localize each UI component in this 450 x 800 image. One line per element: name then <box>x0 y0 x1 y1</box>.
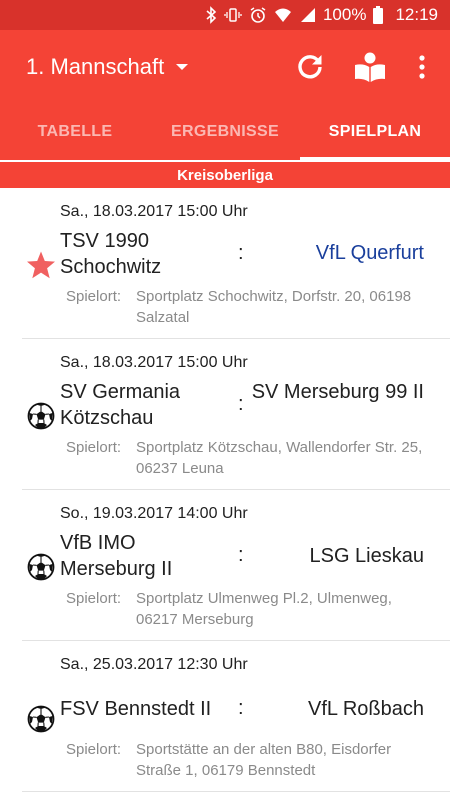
home-team: SV Germania Kötzschau <box>60 381 181 429</box>
signal-icon <box>299 7 317 23</box>
clock: 12:19 <box>395 5 438 24</box>
venue-label: Spielort: <box>66 590 122 607</box>
match-list[interactable]: Sa., 18.03.2017 15:00 Uhr TSV 1990 Schoc… <box>0 188 450 792</box>
score-separator: : <box>238 697 244 719</box>
refresh-icon <box>298 55 322 79</box>
battery-percent: 100% <box>322 5 367 24</box>
score-separator: : <box>238 544 244 566</box>
tab-bar: TABELLE ERGEBNISSE SPIELPLAN <box>0 104 450 160</box>
away-team: VfL Querfurt <box>315 242 424 264</box>
match-item[interactable]: So., 19.03.2017 14:00 Uhr VfB IMO Merseb… <box>22 490 450 641</box>
venue-address: Sportplatz Kötzschau, Wallendorfer Str. … <box>136 439 423 477</box>
match-datetime: Sa., 18.03.2017 15:00 Uhr <box>60 354 248 371</box>
home-team: FSV Bennstedt II <box>60 698 212 720</box>
venue-address: Sportplatz Ulmenweg Pl.2, Ulmenweg, 0621… <box>136 590 392 628</box>
dropdown-caret-icon <box>176 64 189 70</box>
soccer-ball-icon <box>26 552 56 582</box>
overflow-menu-button[interactable] <box>402 46 442 88</box>
tab-spielplan[interactable]: SPIELPLAN <box>300 104 450 160</box>
news-reader-button[interactable] <box>349 46 391 88</box>
team-selector-label: 1. Mannschaft <box>26 54 165 79</box>
refresh-button[interactable] <box>289 46 331 88</box>
match-datetime: So., 19.03.2017 14:00 Uhr <box>60 505 248 522</box>
team-selector[interactable]: 1. Mannschaft <box>26 53 189 81</box>
score-separator: : <box>238 393 244 415</box>
home-team: TSV 1990 Schochwitz <box>60 230 162 278</box>
match-datetime: Sa., 25.03.2017 12:30 Uhr <box>60 656 248 673</box>
wifi-icon <box>274 7 292 23</box>
bluetooth-icon <box>205 6 217 24</box>
venue-label: Spielort: <box>66 741 122 758</box>
alarm-icon <box>249 6 267 24</box>
home-team: VfB IMO Merseburg II <box>60 532 173 580</box>
away-team: VfL Roßbach <box>308 698 424 720</box>
venue-address: Sportplatz Schochwitz, Dorfstr. 20, 0619… <box>136 288 412 326</box>
venue-label: Spielort: <box>66 288 122 305</box>
star-icon <box>26 250 56 280</box>
soccer-ball-icon <box>26 704 56 734</box>
score-separator: : <box>238 242 244 264</box>
more-vert-icon <box>419 55 425 79</box>
away-team: LSG Lieskau <box>309 545 424 567</box>
soccer-ball-icon <box>26 401 56 431</box>
app-bar: 1. Mannschaft <box>0 30 450 104</box>
vibrate-icon <box>224 6 242 24</box>
venue-address: Sportstätte an der alten B80, Eisdorfer … <box>136 741 392 779</box>
venue-label: Spielort: <box>66 439 122 456</box>
tab-ergebnisse[interactable]: ERGEBNISSE <box>150 104 300 160</box>
match-item[interactable]: Sa., 25.03.2017 12:30 Uhr FSV Bennstedt … <box>22 641 450 792</box>
status-bar: 100% 12:19 <box>0 0 450 30</box>
reader-book-icon <box>355 52 385 82</box>
battery-icon <box>373 6 384 24</box>
away-team: SV Merseburg 99 II <box>251 381 424 403</box>
match-item[interactable]: Sa., 18.03.2017 15:00 Uhr SV Germania Kö… <box>22 339 450 490</box>
match-datetime: Sa., 18.03.2017 15:00 Uhr <box>60 203 248 220</box>
match-item[interactable]: Sa., 18.03.2017 15:00 Uhr TSV 1990 Schoc… <box>22 188 450 339</box>
league-header: Kreisoberliga <box>0 162 450 188</box>
tab-tabelle[interactable]: TABELLE <box>0 104 150 160</box>
